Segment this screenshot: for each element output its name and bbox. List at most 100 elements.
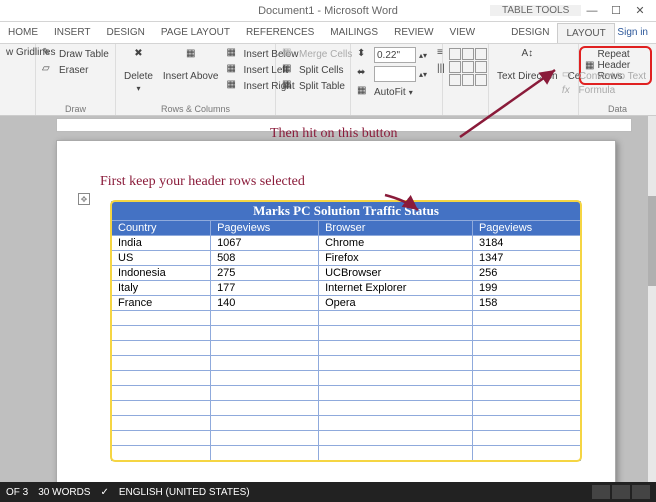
language-indicator[interactable]: ENGLISH (UNITED STATES) [119, 487, 250, 498]
page-indicator[interactable]: OF 3 [6, 487, 28, 498]
data-table[interactable]: Marks PC Solution Traffic StatusCountryP… [111, 201, 581, 461]
table-cell[interactable]: 199 [472, 281, 580, 296]
table-cell[interactable]: Chrome [319, 236, 473, 251]
table-cell[interactable] [211, 371, 319, 386]
table-cell[interactable] [319, 311, 473, 326]
table-cell[interactable] [472, 326, 580, 341]
table-cell[interactable] [112, 356, 211, 371]
table-cell[interactable] [112, 446, 211, 461]
table-cell[interactable] [211, 311, 319, 326]
table-cell[interactable] [319, 356, 473, 371]
delete-button[interactable]: ✖Delete▾ [120, 46, 157, 96]
table-cell[interactable] [319, 326, 473, 341]
table-cell[interactable]: US [112, 251, 211, 266]
table-cell[interactable]: Italy [112, 281, 211, 296]
column-header[interactable]: Browser [319, 221, 473, 236]
close-icon[interactable]: ✕ [630, 4, 650, 18]
tab-references[interactable]: REFERENCES [238, 23, 322, 42]
align-mr-button[interactable] [475, 61, 487, 73]
table-cell[interactable]: 1067 [211, 236, 319, 251]
read-mode-button[interactable] [592, 485, 610, 499]
eraser-button[interactable]: ▱Eraser [40, 62, 111, 78]
table-cell[interactable] [319, 416, 473, 431]
table-cell[interactable]: 508 [211, 251, 319, 266]
table-cell[interactable] [472, 341, 580, 356]
table-cell[interactable]: UCBrowser [319, 266, 473, 281]
col-width-input[interactable]: ⬌▴▾ [355, 65, 429, 83]
table-cell[interactable] [472, 386, 580, 401]
tab-view[interactable]: VIEW [442, 23, 484, 42]
tab-design[interactable]: DESIGN [99, 23, 153, 42]
table-cell[interactable] [211, 401, 319, 416]
split-table-button[interactable]: ▦Split Table [280, 78, 354, 94]
row-height-input[interactable]: ⬍0.22"▴▾ [355, 46, 429, 64]
table-cell[interactable] [211, 416, 319, 431]
table-cell[interactable] [472, 401, 580, 416]
insert-above-button[interactable]: ▦Insert Above [159, 46, 223, 84]
table-cell[interactable] [319, 341, 473, 356]
table-cell[interactable]: 256 [472, 266, 580, 281]
proofing-icon[interactable]: ✓ [100, 487, 108, 498]
table-cell[interactable] [112, 326, 211, 341]
table-cell[interactable] [319, 386, 473, 401]
sign-in-link[interactable]: Sign in [617, 27, 656, 38]
split-cells-button[interactable]: ▦Split Cells [280, 62, 354, 78]
tab-home[interactable]: HOME [0, 23, 46, 42]
print-layout-button[interactable] [612, 485, 630, 499]
autofit-button[interactable]: ▦AutoFit▾ [355, 84, 429, 100]
text-direction-button[interactable]: A↕Text Direction [493, 46, 562, 84]
minimize-icon[interactable]: — [582, 4, 602, 18]
align-ml-button[interactable] [449, 61, 461, 73]
table-cell[interactable] [112, 431, 211, 446]
table-cell[interactable]: France [112, 296, 211, 311]
table-cell[interactable] [319, 371, 473, 386]
table-cell[interactable] [211, 341, 319, 356]
context-tab-layout[interactable]: LAYOUT [557, 23, 614, 43]
align-tl-button[interactable] [449, 48, 461, 60]
draw-table-button[interactable]: ✎Draw Table [40, 46, 111, 62]
column-header[interactable]: Country [112, 221, 211, 236]
table-cell[interactable]: Indonesia [112, 266, 211, 281]
table-move-handle[interactable]: ✥ [78, 193, 90, 205]
table-cell[interactable] [472, 431, 580, 446]
table-cell[interactable] [112, 401, 211, 416]
formula-button[interactable]: fx Formula [560, 84, 648, 97]
table-cell[interactable] [211, 446, 319, 461]
column-header[interactable]: Pageviews [211, 221, 319, 236]
table-cell[interactable] [472, 371, 580, 386]
align-mc-button[interactable] [462, 61, 474, 73]
table-cell[interactable]: 140 [211, 296, 319, 311]
align-bc-button[interactable] [462, 74, 474, 86]
maximize-icon[interactable]: ☐ [606, 4, 626, 18]
table-cell[interactable] [472, 311, 580, 326]
table-cell[interactable]: 1347 [472, 251, 580, 266]
tab-insert[interactable]: INSERT [46, 23, 99, 42]
table-cell[interactable] [211, 386, 319, 401]
table-cell[interactable] [472, 356, 580, 371]
table-cell[interactable]: Opera [319, 296, 473, 311]
align-tc-button[interactable] [462, 48, 474, 60]
table-cell[interactable]: 177 [211, 281, 319, 296]
align-bl-button[interactable] [449, 74, 461, 86]
table-cell[interactable] [112, 311, 211, 326]
table-cell[interactable] [472, 446, 580, 461]
table-cell[interactable]: Internet Explorer [319, 281, 473, 296]
scrollbar-thumb[interactable] [648, 196, 656, 286]
table-title[interactable]: Marks PC Solution Traffic Status [112, 202, 581, 221]
vertical-scrollbar[interactable] [648, 116, 656, 482]
table-cell[interactable] [112, 386, 211, 401]
table-cell[interactable] [112, 341, 211, 356]
table-cell[interactable]: Firefox [319, 251, 473, 266]
table-cell[interactable] [112, 416, 211, 431]
table-cell[interactable] [319, 446, 473, 461]
table-cell[interactable]: India [112, 236, 211, 251]
context-tab-design[interactable]: DESIGN [503, 23, 557, 43]
table-cell[interactable] [211, 326, 319, 341]
table-cell[interactable]: 158 [472, 296, 580, 311]
merge-cells-button[interactable]: ▦Merge Cells [280, 46, 354, 62]
table-cell[interactable] [319, 431, 473, 446]
word-count[interactable]: 30 WORDS [38, 487, 90, 498]
align-tr-button[interactable] [475, 48, 487, 60]
tab-review[interactable]: REVIEW [386, 23, 441, 42]
web-layout-button[interactable] [632, 485, 650, 499]
